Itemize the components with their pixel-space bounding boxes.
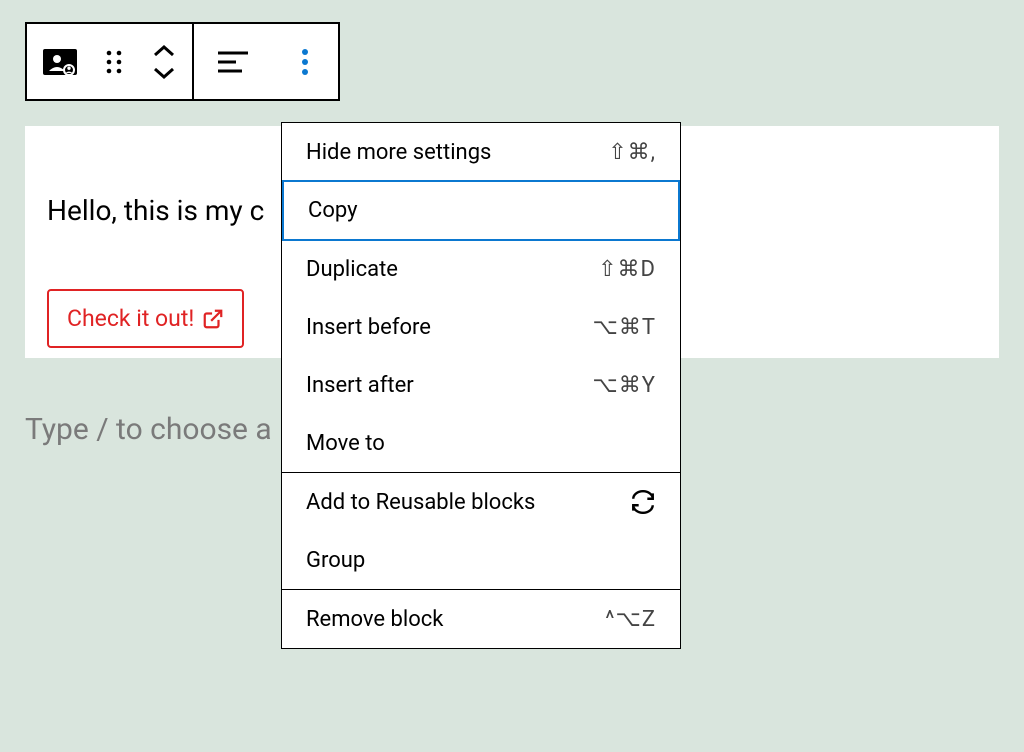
menu-item-remove-block[interactable]: Remove block ^⌥Z xyxy=(282,590,680,648)
menu-item-hide-more-settings[interactable]: Hide more settings ⇧⌘, xyxy=(282,123,680,181)
block-appender-placeholder[interactable]: Type / to choose a xyxy=(25,412,272,447)
chevron-down-icon[interactable] xyxy=(153,67,175,79)
menu-item-shortcut: ⇧⌘D xyxy=(598,257,656,282)
menu-item-label: Group xyxy=(306,548,365,573)
menu-item-shortcut: ⌥⌘T xyxy=(593,315,656,340)
menu-item-move-to[interactable]: Move to xyxy=(282,414,680,472)
block-toolbar xyxy=(25,22,340,101)
menu-section: Add to Reusable blocks Group xyxy=(282,473,680,590)
menu-section: Remove block ^⌥Z xyxy=(282,590,680,648)
button-label: Check it out! xyxy=(67,305,194,332)
more-vertical-icon xyxy=(301,48,309,76)
block-options-menu: Hide more settings ⇧⌘, Copy Duplicate ⇧⌘… xyxy=(281,122,681,649)
menu-item-label: Move to xyxy=(306,431,385,456)
toolbar-group-align xyxy=(192,24,338,99)
menu-item-duplicate[interactable]: Duplicate ⇧⌘D xyxy=(282,240,680,298)
menu-section: Hide more settings ⇧⌘, Copy Duplicate ⇧⌘… xyxy=(282,123,680,473)
menu-item-group[interactable]: Group xyxy=(282,531,680,589)
menu-item-insert-before[interactable]: Insert before ⌥⌘T xyxy=(282,298,680,356)
menu-item-label: Add to Reusable blocks xyxy=(306,490,535,515)
post-author-block-icon xyxy=(43,49,77,75)
menu-item-insert-after[interactable]: Insert after ⌥⌘Y xyxy=(282,356,680,414)
menu-item-add-to-reusable-blocks[interactable]: Add to Reusable blocks xyxy=(282,473,680,531)
menu-item-label: Insert before xyxy=(306,315,431,340)
toolbar-group-block xyxy=(27,24,192,99)
chevron-up-icon[interactable] xyxy=(153,45,175,57)
reusable-icon xyxy=(630,489,656,515)
external-link-icon xyxy=(202,308,224,330)
menu-item-shortcut: ^⌥Z xyxy=(605,607,656,632)
block-type-button[interactable] xyxy=(27,24,92,99)
drag-handle-icon xyxy=(105,49,123,75)
menu-item-label: Remove block xyxy=(306,607,443,632)
menu-item-label: Insert after xyxy=(306,373,414,398)
menu-item-label: Hide more settings xyxy=(306,140,491,165)
drag-handle-button[interactable] xyxy=(92,24,136,99)
more-options-button[interactable] xyxy=(272,24,338,99)
block-mover xyxy=(136,24,192,99)
check-it-out-button[interactable]: Check it out! xyxy=(47,289,244,348)
align-button[interactable] xyxy=(194,24,272,99)
align-left-icon xyxy=(218,50,248,74)
menu-item-label: Duplicate xyxy=(306,257,398,282)
menu-item-label: Copy xyxy=(308,198,358,223)
menu-item-shortcut: ⇧⌘, xyxy=(608,140,656,165)
menu-item-shortcut: ⌥⌘Y xyxy=(592,373,656,398)
menu-item-copy[interactable]: Copy xyxy=(282,180,680,241)
